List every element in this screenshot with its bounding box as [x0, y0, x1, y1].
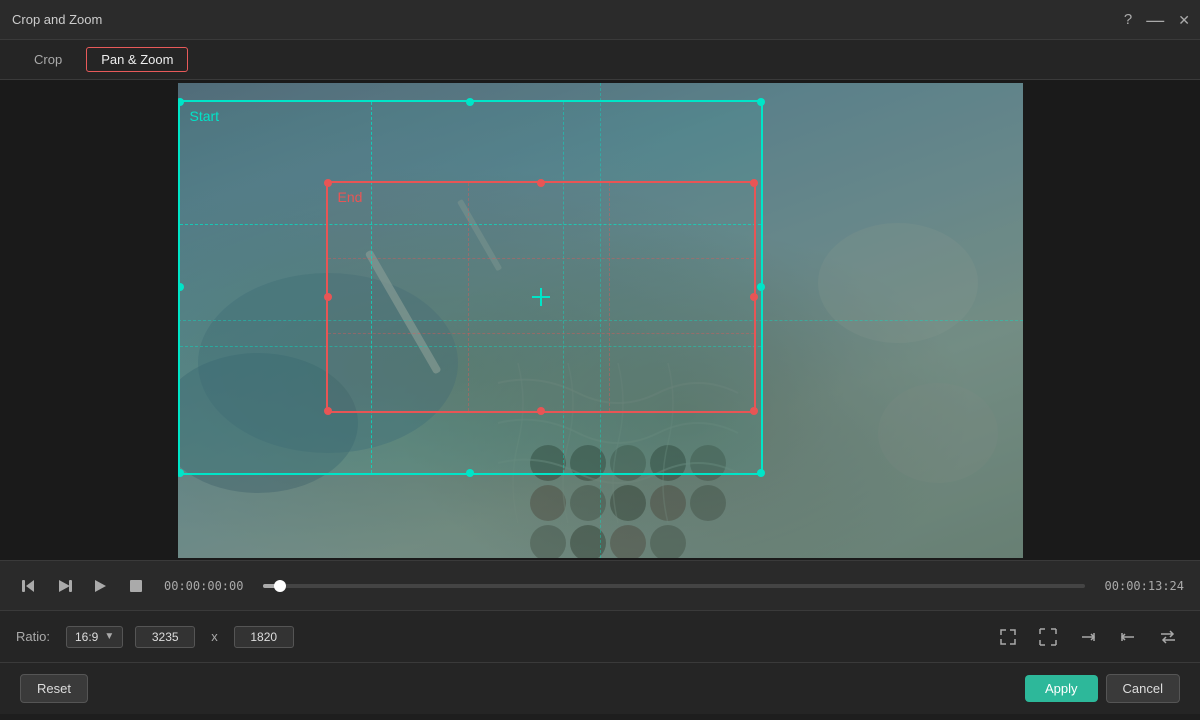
align-right-button[interactable]	[1072, 621, 1104, 653]
end-handle-br[interactable]	[750, 407, 758, 415]
handle-top-left[interactable]	[178, 98, 184, 106]
end-box-hline1	[328, 258, 754, 259]
handle-bottom-center[interactable]	[466, 469, 474, 477]
end-box[interactable]: End	[326, 181, 756, 413]
dimension-separator: x	[211, 629, 218, 644]
end-handle-tl[interactable]	[324, 179, 332, 187]
cancel-button[interactable]: Cancel	[1106, 674, 1180, 703]
crosshair-v	[540, 288, 542, 306]
width-input[interactable]	[135, 626, 195, 648]
tab-pan-zoom[interactable]: Pan & Zoom	[86, 47, 188, 72]
crosshair	[532, 288, 550, 306]
minimize-icon[interactable]: —	[1146, 11, 1164, 29]
total-time: 00:00:13:24	[1105, 579, 1184, 593]
title-bar: Crop and Zoom ? — ✕	[0, 0, 1200, 40]
end-box-vline1	[468, 183, 469, 411]
tab-crop[interactable]: Crop	[20, 48, 76, 71]
main-area: Start End	[0, 80, 1200, 560]
end-box-hline2	[328, 333, 754, 334]
ratio-label: Ratio:	[16, 629, 50, 644]
handle-bottom-right[interactable]	[757, 469, 765, 477]
end-handle-rc[interactable]	[750, 293, 758, 301]
window-title: Crop and Zoom	[12, 12, 102, 27]
seek-knob[interactable]	[274, 580, 286, 592]
video-canvas: Start End	[178, 83, 1023, 558]
current-time: 00:00:00:00	[164, 579, 243, 593]
end-handle-tc[interactable]	[537, 179, 545, 187]
align-left-button[interactable]	[1112, 621, 1144, 653]
handle-top-center[interactable]	[466, 98, 474, 106]
stop-button[interactable]	[124, 576, 148, 596]
title-bar-controls: ? — ✕	[1124, 11, 1190, 29]
close-icon[interactable]: ✕	[1178, 13, 1190, 27]
end-label: End	[338, 189, 363, 205]
bottom-controls-bar: Ratio: 16:9 ▼ x	[0, 610, 1200, 662]
handle-bottom-left[interactable]	[178, 469, 184, 477]
end-handle-bc[interactable]	[537, 407, 545, 415]
reset-button[interactable]: Reset	[20, 674, 88, 703]
fit-screen-button[interactable]	[992, 621, 1024, 653]
end-box-vline2	[609, 183, 610, 411]
play-button[interactable]	[88, 576, 112, 596]
tool-icons	[992, 621, 1184, 653]
help-icon[interactable]: ?	[1124, 12, 1132, 27]
step-back-button[interactable]	[16, 576, 40, 596]
playback-bar: 00:00:00:00 00:00:13:24	[0, 560, 1200, 610]
handle-right-center[interactable]	[757, 283, 765, 291]
handle-left-center[interactable]	[178, 283, 184, 291]
end-handle-bl[interactable]	[324, 407, 332, 415]
apply-button[interactable]: Apply	[1025, 675, 1098, 702]
seek-bar[interactable]	[263, 584, 1084, 588]
handle-top-right[interactable]	[757, 98, 765, 106]
footer-bar: Reset Apply Cancel	[0, 662, 1200, 714]
end-handle-tr[interactable]	[750, 179, 758, 187]
ratio-select[interactable]: 16:9 ▼	[66, 626, 123, 648]
fullscreen-button[interactable]	[1032, 621, 1064, 653]
tab-bar: Crop Pan & Zoom	[0, 40, 1200, 80]
end-handle-lc[interactable]	[324, 293, 332, 301]
height-input[interactable]	[234, 626, 294, 648]
chevron-down-icon: ▼	[104, 631, 114, 642]
swap-button[interactable]	[1152, 621, 1184, 653]
ratio-value: 16:9	[75, 630, 98, 644]
start-label: Start	[190, 108, 220, 124]
play-frame-button[interactable]	[52, 576, 76, 596]
